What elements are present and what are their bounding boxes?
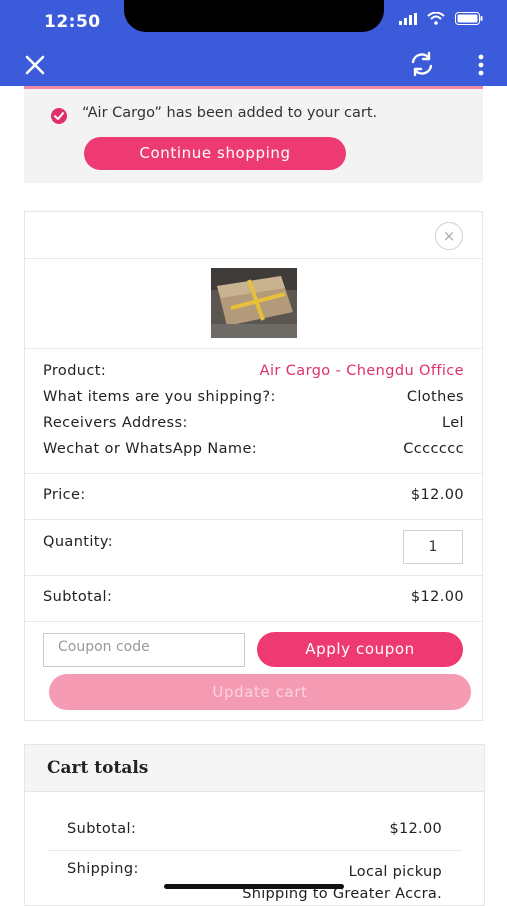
added-to-cart-notice: “Air Cargo” has been added to your cart.… xyxy=(24,89,483,183)
remove-item-button[interactable]: × xyxy=(435,222,463,250)
receivers-address-label: Receivers Address: xyxy=(43,415,188,431)
device-notch xyxy=(124,0,384,32)
receivers-address-value: Lel xyxy=(442,415,464,431)
battery-icon xyxy=(455,12,483,25)
cart-item-card: × Product: Air Cargo - Chengdu Office Wh… xyxy=(24,211,483,721)
shipping-method: Local pickup xyxy=(348,864,442,880)
totals-subtotal-value: $12.00 xyxy=(389,821,442,837)
subtotal-label: Subtotal: xyxy=(43,589,113,605)
more-vertical-icon[interactable] xyxy=(474,52,488,78)
shipping-label: Shipping: xyxy=(67,861,139,877)
cart-totals-header: Cart totals xyxy=(25,745,484,792)
divider xyxy=(25,348,482,349)
signal-icon xyxy=(399,12,417,25)
wechat-name-label: Wechat or WhatsApp Name: xyxy=(43,441,258,457)
product-label: Product: xyxy=(43,363,107,379)
items-shipping-label: What items are you shipping?: xyxy=(43,389,276,405)
status-icons xyxy=(399,12,483,25)
divider xyxy=(25,519,482,520)
cart-totals-panel: Cart totals Subtotal: $12.00 Shipping: L… xyxy=(24,744,485,906)
quantity-input[interactable]: 1 xyxy=(403,530,463,564)
price-label: Price: xyxy=(43,487,86,503)
product-thumbnail[interactable] xyxy=(211,268,297,338)
price-value: $12.00 xyxy=(410,487,464,503)
apply-coupon-button[interactable]: Apply coupon xyxy=(257,632,463,667)
check-circle-icon xyxy=(51,108,67,124)
app-bar: 12:50 xyxy=(0,0,507,86)
quantity-label: Quantity: xyxy=(43,534,114,550)
coupon-code-input[interactable]: Coupon code xyxy=(43,633,245,667)
divider xyxy=(25,473,482,474)
divider xyxy=(47,850,462,851)
cart-totals-title: Cart totals xyxy=(47,758,149,778)
divider xyxy=(25,258,482,259)
totals-subtotal-label: Subtotal: xyxy=(67,821,137,837)
update-cart-button[interactable]: Update cart xyxy=(49,674,471,710)
refresh-icon[interactable] xyxy=(408,50,436,78)
items-shipping-value: Clothes xyxy=(406,389,464,405)
product-link[interactable]: Air Cargo - Chengdu Office xyxy=(260,363,464,379)
notice-message: “Air Cargo” has been added to your cart. xyxy=(82,105,378,121)
home-indicator xyxy=(164,884,344,889)
wifi-icon xyxy=(427,12,445,25)
continue-shopping-button[interactable]: Continue shopping xyxy=(84,137,346,170)
divider xyxy=(25,575,482,576)
close-icon[interactable] xyxy=(22,52,48,78)
subtotal-value: $12.00 xyxy=(410,589,464,605)
wechat-name-value: Ccccccc xyxy=(403,441,464,457)
status-time: 12:50 xyxy=(44,12,101,32)
divider xyxy=(25,621,482,622)
